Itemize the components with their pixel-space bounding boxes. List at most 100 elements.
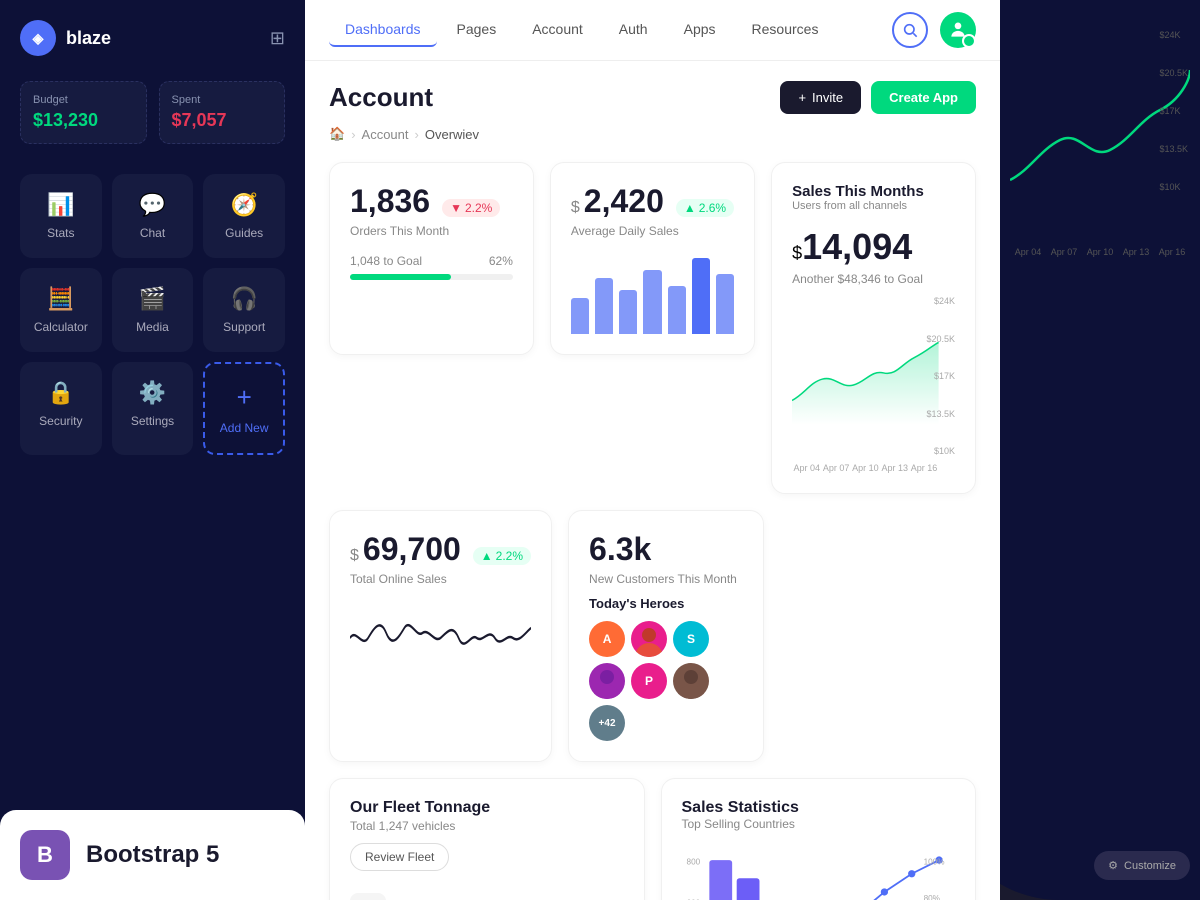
page-actions: + Invite Create App [780, 81, 976, 114]
daily-sales-badge: ▲ 2.6% [676, 199, 734, 217]
sidebar-item-label: Stats [47, 226, 74, 240]
menu-icon[interactable]: ⊞ [270, 28, 285, 49]
breadcrumb-account[interactable]: Account [362, 127, 409, 142]
sidebar-footer: B Bootstrap 5 [0, 810, 305, 900]
spent-amount: $7,057 [172, 110, 273, 131]
breadcrumb: 🏠 › Account › Overwiev [329, 126, 976, 142]
bar-5 [668, 286, 686, 334]
progress-bar [350, 274, 513, 280]
stats-icon: 📊 [47, 192, 74, 218]
right-x-3: Apr 10 [1087, 247, 1114, 257]
goal-percent: 62% [489, 254, 513, 268]
orders-number: 1,836 [350, 183, 430, 220]
support-icon: 🎧 [230, 286, 257, 312]
svg-text:800: 800 [686, 858, 700, 867]
tab-pages[interactable]: Pages [441, 13, 513, 47]
right-x-1: Apr 04 [1015, 247, 1042, 257]
bar-1 [571, 298, 589, 334]
review-fleet-button[interactable]: Review Fleet [350, 843, 449, 871]
bootstrap-letter: B [37, 842, 53, 868]
sidebar-item-media[interactable]: 🎬 Media [112, 268, 194, 352]
sidebar-header: ◈ blaze ⊞ [0, 0, 305, 71]
sidebar-item-settings[interactable]: ⚙️ Settings [112, 362, 194, 455]
tab-account[interactable]: Account [516, 13, 599, 47]
bar-2 [595, 278, 613, 334]
create-app-button[interactable]: Create App [871, 81, 976, 114]
bootstrap-text: Bootstrap 5 [86, 841, 219, 869]
tab-dashboards[interactable]: Dashboards [329, 13, 437, 47]
plus-icon: + [798, 90, 806, 105]
sidebar-item-chat[interactable]: 💬 Chat [112, 174, 194, 258]
sales-overlay: Apr 04 Apr 07 Apr 10 Apr 13 Apr 16 $24K … [1000, 0, 1200, 900]
sidebar-item-support[interactable]: 🎧 Support [203, 268, 285, 352]
sidebar-item-security[interactable]: 🔒 Security [20, 362, 102, 455]
customers-label: New Customers This Month [589, 572, 743, 586]
invite-button[interactable]: + Invite [780, 81, 861, 114]
y-label-3: $17K [926, 371, 955, 381]
fleet-card: Our Fleet Tonnage Total 1,247 vehicles R… [329, 778, 645, 900]
app-name: blaze [66, 28, 111, 49]
right-y-2: $20.5K [1159, 68, 1188, 78]
sidebar: ◈ blaze ⊞ Budget $13,230 Spent $7,057 📊 … [0, 0, 305, 900]
ships-icon: 🚢 [350, 893, 386, 900]
spent-label: Spent [172, 94, 273, 106]
sidebar-item-label: Support [223, 320, 265, 334]
right-x-2: Apr 07 [1051, 247, 1078, 257]
goal-text: 1,048 to Goal [350, 254, 422, 268]
customize-button[interactable]: ⚙ Customize [1094, 851, 1190, 880]
sidebar-item-stats[interactable]: 📊 Stats [20, 174, 102, 258]
bar-4 [643, 270, 661, 334]
fleet-subtitle: Total 1,247 vehicles [350, 819, 624, 833]
tab-auth[interactable]: Auth [603, 13, 664, 47]
budget-cards: Budget $13,230 Spent $7,057 [0, 71, 305, 164]
dollar-prefix: $ [571, 199, 580, 217]
sales-line-chart [792, 296, 939, 456]
hero-avatar-6 [673, 663, 709, 699]
breadcrumb-current: Overwiev [425, 127, 479, 142]
guides-icon: 🧭 [230, 192, 257, 218]
fleet-title: Our Fleet Tonnage [350, 799, 624, 817]
sidebar-item-guides[interactable]: 🧭 Guides [203, 174, 285, 258]
sales-title: Sales This Months [792, 183, 955, 200]
heroes-section: Today's Heroes A S P [589, 596, 743, 741]
tab-apps[interactable]: Apps [668, 13, 732, 47]
search-button[interactable] [892, 12, 928, 48]
x-label-5: Apr 16 [911, 463, 938, 473]
tab-resources[interactable]: Resources [736, 13, 835, 47]
y-label-1: $24K [926, 296, 955, 306]
add-icon: + [237, 382, 252, 413]
y-label-5: $10K [926, 446, 955, 456]
logo-area: ◈ blaze [20, 20, 111, 56]
calculator-icon: 🧮 [47, 286, 74, 312]
sidebar-item-add-new[interactable]: + Add New [203, 362, 285, 455]
home-icon: 🏠 [329, 126, 345, 142]
heroes-avatars: A S P +42 [589, 621, 743, 741]
y-label-2: $20.5K [926, 334, 955, 344]
hero-avatar-5: P [631, 663, 667, 699]
x-label-2: Apr 07 [823, 463, 850, 473]
logo-icon: ◈ [20, 20, 56, 56]
new-customers-card: 6.3k New Customers This Month Today's He… [568, 510, 764, 762]
media-icon: 🎬 [139, 286, 166, 312]
user-avatar[interactable] [940, 12, 976, 48]
sidebar-item-label: Security [39, 414, 82, 428]
sidebar-item-label: Guides [225, 226, 263, 240]
sales-stats-chart: 800 600 400 200 [682, 843, 956, 900]
page-header: Account + Invite Create App [329, 81, 976, 114]
sales-stats-title: Sales Statistics [682, 799, 956, 817]
sidebar-item-calculator[interactable]: 🧮 Calculator [20, 268, 102, 352]
total-dollar: $ [350, 547, 359, 565]
svg-text:100%: 100% [923, 858, 944, 867]
total-sales-badge: ▲ 2.2% [473, 547, 531, 565]
page-title: Account [329, 82, 433, 113]
progress-section: 1,048 to Goal 62% [350, 254, 513, 280]
hero-avatar-1: A [589, 621, 625, 657]
x-label-3: Apr 10 [852, 463, 879, 473]
y-label-4: $13.5K [926, 409, 955, 419]
main-content: Dashboards Pages Account Auth Apps Resou… [305, 0, 1000, 900]
daily-sales-label: Average Daily Sales [571, 224, 734, 238]
top-nav: Dashboards Pages Account Auth Apps Resou… [305, 0, 1000, 61]
page-content: Account + Invite Create App 🏠 › Account … [305, 61, 1000, 900]
settings-icon: ⚙️ [139, 380, 166, 406]
progress-fill [350, 274, 451, 280]
